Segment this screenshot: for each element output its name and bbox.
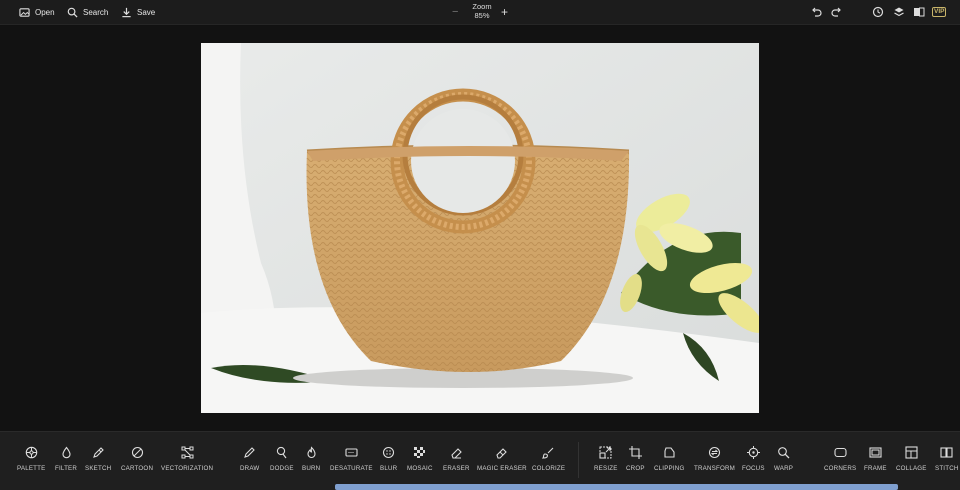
vector-icon (181, 446, 194, 459)
frame-icon (869, 447, 882, 458)
zoom-value: 85% (474, 11, 490, 20)
resize-icon (599, 446, 612, 459)
draw-pencil-icon (244, 447, 256, 458)
collage-icon (905, 446, 918, 459)
tool-stitch[interactable]: STITCH (935, 446, 959, 472)
warp-icon (778, 447, 790, 459)
zoom-title: Zoom (472, 2, 492, 11)
tool-sketch-label: SKETCH (85, 465, 112, 472)
brush-icon (542, 447, 554, 459)
flame-icon (307, 446, 316, 459)
drop-icon (61, 446, 71, 459)
tools-scrollbar[interactable] (335, 484, 898, 490)
tool-crop[interactable]: CROP (626, 446, 645, 472)
save-label: Save (137, 8, 156, 17)
history-icon[interactable] (872, 6, 884, 18)
tool-transform[interactable]: TRANSFORM (694, 446, 735, 472)
save-button[interactable]: Save (121, 3, 155, 22)
tool-burn-label: BURN (302, 465, 321, 472)
tool-stitch-label: STITCH (935, 465, 959, 472)
tool-collage[interactable]: COLLAGE (896, 446, 927, 472)
search-button[interactable]: Search (67, 3, 108, 22)
top-toolbar: Open Search Save − Zoom 85% + VIP (0, 0, 960, 25)
tool-desaturate-label: DESATURATE (330, 465, 373, 472)
cartoon-icon (131, 446, 143, 459)
tool-corners[interactable]: CORNERS (824, 446, 856, 472)
vip-badge[interactable]: VIP (932, 7, 947, 17)
magic-eraser-icon (496, 448, 508, 459)
tool-vectorization-label: VECTORIZATION (161, 465, 214, 472)
mosaic-icon (414, 447, 426, 458)
open-button[interactable]: Open (19, 3, 55, 22)
undo-icon[interactable] (810, 6, 822, 18)
tool-warp[interactable]: WARP (774, 446, 793, 472)
tool-dodge-label: DODGE (270, 465, 294, 472)
tool-collage-label: COLLAGE (896, 465, 927, 472)
tool-frame[interactable]: FRAME (864, 446, 887, 472)
tool-warp-label: WARP (774, 465, 794, 472)
zoom-control: − Zoom 85% + (442, 1, 522, 23)
compare-icon[interactable] (913, 6, 925, 18)
search-icon (67, 7, 78, 18)
eraser-icon (451, 448, 462, 459)
save-icon (122, 7, 131, 18)
tool-separator (578, 442, 579, 478)
blur-icon (383, 446, 395, 459)
dodge-icon (277, 446, 287, 459)
palette-icon (25, 446, 37, 459)
tool-filter-label: FILTER (55, 465, 78, 472)
tool-burn[interactable]: BURN (302, 446, 320, 472)
corners-icon (834, 447, 847, 458)
tool-sketch[interactable]: SKETCH (85, 446, 111, 472)
transform-icon (708, 446, 721, 459)
tool-draw[interactable]: DRAW (240, 446, 259, 472)
tool-crop-label: CROP (626, 465, 645, 472)
tool-frame-label: FRAME (864, 465, 887, 472)
tool-magic-eraser[interactable]: MAGIC ERASER (477, 446, 527, 472)
tool-colorize[interactable]: COLORIZE (532, 446, 565, 472)
tool-blur-label: BLUR (380, 465, 398, 472)
layers-icon[interactable] (893, 6, 905, 18)
open-icon (19, 8, 30, 17)
tool-clipping-label: CLIPPING (654, 465, 685, 472)
tool-desaturate[interactable]: DESATURATE (330, 446, 373, 472)
product-photo[interactable] (201, 43, 759, 413)
focus-icon (746, 446, 760, 459)
zoom-readout: Zoom 85% (464, 2, 500, 20)
tool-eraser-label: ERASER (443, 465, 470, 472)
tool-corners-label: CORNERS (824, 465, 857, 472)
tool-focus-label: FOCUS (742, 465, 765, 472)
tool-resize-label: RESIZE (594, 465, 618, 472)
tool-blur[interactable]: BLUR (380, 446, 397, 472)
woven-bag-image (201, 43, 759, 413)
search-label: Search (83, 8, 109, 17)
tool-palette[interactable]: PALETTE (17, 446, 45, 472)
tool-eraser[interactable]: ERASER (443, 446, 470, 472)
pencil-icon (92, 447, 104, 458)
tool-palette-label: PALETTE (17, 465, 46, 472)
desaturate-icon (345, 448, 358, 457)
clipping-icon (664, 447, 675, 458)
tool-filter[interactable]: FILTER (55, 446, 77, 472)
tool-transform-label: TRANSFORM (694, 465, 735, 472)
tool-draw-label: DRAW (240, 465, 260, 472)
stitch-icon (940, 447, 953, 458)
tools-bar: PALETTE FILTER SKETCH CARTOON VECTORIZAT… (0, 431, 960, 490)
crop-icon (628, 446, 642, 459)
tool-mosaic[interactable]: MOSAIC (407, 446, 433, 472)
tool-cartoon-label: CARTOON (121, 465, 154, 472)
tool-magic-eraser-label: MAGIC ERASER (477, 465, 527, 472)
tool-vectorization[interactable]: VECTORIZATION (161, 446, 213, 472)
tool-dodge[interactable]: DODGE (270, 446, 294, 472)
tool-resize[interactable]: RESIZE (594, 446, 618, 472)
redo-icon[interactable] (831, 6, 843, 18)
tool-mosaic-label: MOSAIC (407, 465, 433, 472)
tool-cartoon[interactable]: CARTOON (121, 446, 153, 472)
open-label: Open (35, 8, 55, 17)
tool-clipping[interactable]: CLIPPING (654, 446, 684, 472)
tool-focus[interactable]: FOCUS (742, 446, 765, 472)
zoom-in-button[interactable]: + (501, 6, 508, 18)
tool-colorize-label: COLORIZE (532, 465, 566, 472)
zoom-out-button[interactable]: − (452, 7, 458, 18)
